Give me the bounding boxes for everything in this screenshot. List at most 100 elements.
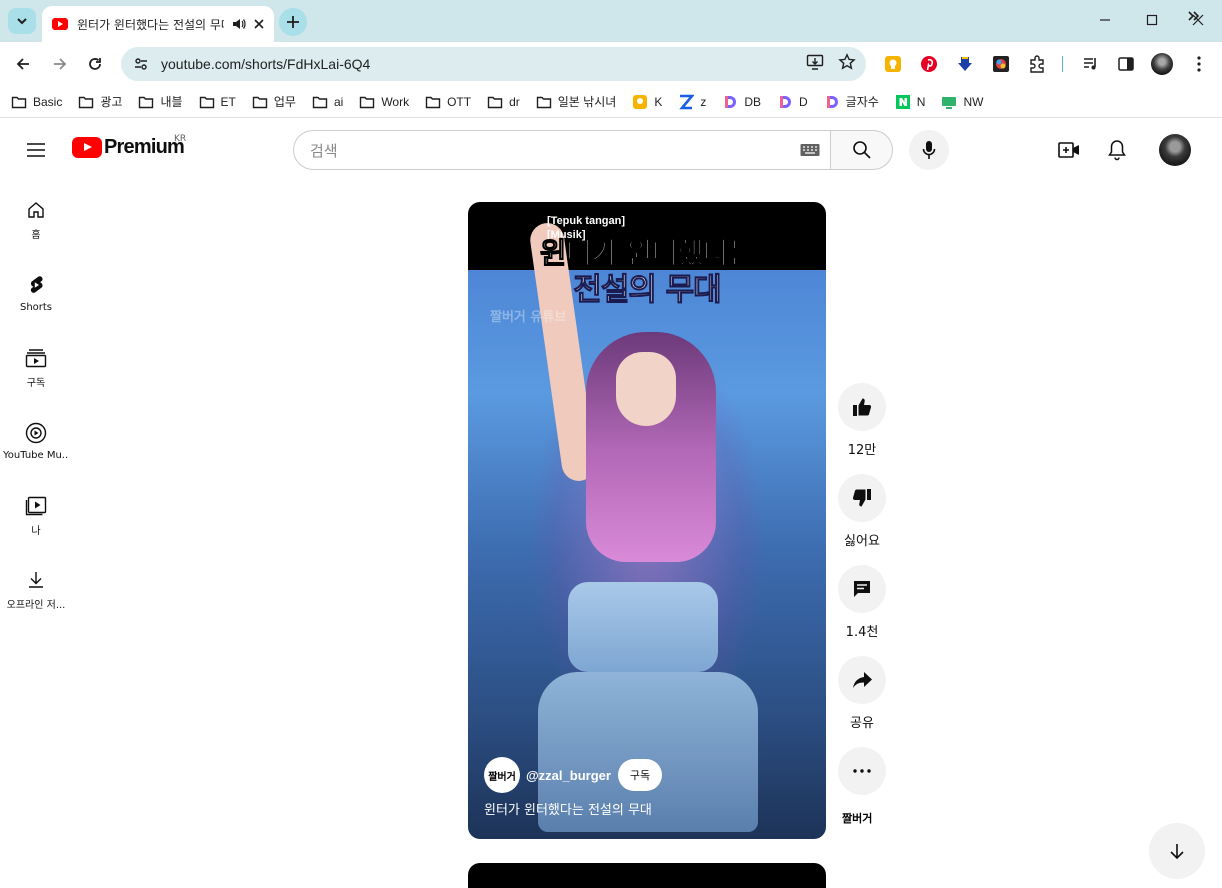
tab-search-button[interactable] — [8, 8, 36, 34]
channel-info: 짤버거 @zzal_burger 구독 — [484, 757, 663, 793]
bookmark-label: DB — [744, 94, 761, 109]
bookmark-label: 일본 낚시녀 — [557, 95, 617, 109]
profile-avatar[interactable] — [1151, 53, 1173, 75]
install-app-icon[interactable] — [806, 53, 824, 71]
bookmark-item[interactable]: OTT — [425, 95, 471, 109]
search-input[interactable]: 검색 — [293, 130, 830, 170]
bookmark-item[interactable]: 일본 낚시녀 — [536, 93, 617, 110]
guide-item-downloads[interactable]: 오프라인 저... — [0, 552, 72, 626]
bookmark-item[interactable]: 업무 — [252, 93, 296, 110]
audio-playing-icon[interactable] — [232, 17, 246, 31]
guide-item-subscriptions[interactable]: 구독 — [0, 330, 72, 404]
pinterest-extension-icon[interactable] — [918, 53, 940, 75]
folder-icon — [78, 95, 94, 109]
voice-search-button[interactable] — [909, 130, 949, 170]
comment-icon — [854, 581, 870, 597]
video-performer-face — [616, 352, 676, 426]
d-site-icon — [824, 94, 840, 110]
bookmark-label: 내블 — [160, 95, 183, 109]
you-icon — [25, 496, 47, 516]
bookmark-item[interactable]: 내블 — [138, 93, 183, 110]
comments-button[interactable] — [838, 565, 886, 613]
plus-icon — [287, 16, 299, 28]
sound-source-thumbnail[interactable]: 짤버거 — [842, 810, 872, 826]
keep-extension-icon[interactable] — [882, 53, 904, 75]
guide-item-you[interactable]: 나 — [0, 478, 72, 552]
bookmark-label: 업무 — [273, 95, 296, 109]
share-button[interactable] — [838, 656, 886, 704]
guide-label: 오프라인 저... — [6, 600, 66, 611]
comment-action: 1.4천 — [838, 565, 886, 640]
d-site-icon — [722, 94, 738, 110]
bookmark-item[interactable]: 광고 — [78, 93, 122, 110]
youtube-logo[interactable]: Premium KR — [72, 134, 186, 159]
chrome-menu-icon[interactable] — [1188, 53, 1210, 75]
like-action: 12만 — [838, 383, 886, 458]
dislike-button[interactable] — [838, 474, 886, 522]
search-icon — [852, 141, 871, 159]
guide-item-home[interactable]: 홈 — [0, 182, 72, 256]
address-bar[interactable]: youtube.com/shorts/FdHxLai-6Q4 — [121, 47, 866, 81]
tab-close-icon[interactable] — [254, 19, 264, 29]
next-short-preview[interactable] — [468, 863, 826, 888]
forward-button[interactable] — [46, 50, 74, 78]
keyboard-icon[interactable] — [800, 143, 820, 161]
thumbs-down-icon — [852, 489, 871, 507]
active-tab[interactable]: 윈터가 윈터했다는 전설의 무대 — [42, 6, 274, 42]
maximize-button[interactable] — [1129, 0, 1175, 40]
channel-avatar[interactable]: 짤버거 — [484, 757, 520, 793]
arrow-left-icon — [16, 58, 29, 70]
create-video-icon[interactable] — [1057, 138, 1081, 162]
bookmark-item[interactable]: ET — [199, 95, 236, 109]
back-button[interactable] — [9, 50, 37, 78]
bookmark-item[interactable]: N — [895, 94, 925, 110]
reload-button[interactable] — [81, 50, 109, 78]
search-button[interactable] — [830, 130, 893, 170]
side-panel-icon[interactable] — [1115, 53, 1137, 75]
folder-icon — [425, 95, 441, 109]
bookmark-label: D — [799, 94, 808, 109]
extensions-puzzle-icon[interactable] — [1026, 53, 1048, 75]
dislike-label: 싫어요 — [844, 534, 880, 549]
bookmark-item[interactable]: D — [777, 94, 808, 110]
bookmark-item[interactable]: NW — [941, 94, 983, 110]
download-extension-icon[interactable] — [954, 53, 976, 75]
bookmark-item[interactable]: Basic — [11, 95, 62, 109]
toolbar-divider — [1062, 56, 1063, 72]
bookmark-item[interactable]: z — [678, 94, 706, 110]
browser-tab-bar: 윈터가 윈터했다는 전설의 무대 — [0, 0, 1222, 42]
like-button[interactable] — [838, 383, 886, 431]
guide-item-youtube-music[interactable]: YouTube Mu... — [0, 404, 72, 478]
new-tab-button[interactable] — [279, 8, 307, 36]
folder-icon — [252, 95, 268, 109]
next-short-button[interactable] — [1149, 823, 1205, 879]
bookmark-item[interactable]: dr — [487, 95, 520, 109]
minimize-button[interactable] — [1082, 0, 1128, 40]
minimize-icon — [1100, 19, 1110, 21]
site-info-icon[interactable] — [133, 56, 149, 72]
menu-icon[interactable] — [24, 138, 48, 166]
bookmark-item[interactable]: 글자수 — [824, 93, 879, 110]
more-options-button[interactable] — [838, 747, 886, 795]
bookmark-item[interactable]: K — [632, 94, 662, 110]
more-bookmarks-icon[interactable] — [1186, 8, 1200, 27]
account-avatar[interactable] — [1159, 134, 1191, 166]
subscribe-button[interactable]: 구독 — [617, 759, 663, 791]
notifications-bell-icon[interactable] — [1105, 138, 1129, 162]
color-extension-icon[interactable] — [990, 53, 1012, 75]
media-controls-icon[interactable] — [1080, 53, 1102, 75]
microphone-icon — [922, 141, 936, 159]
browser-toolbar: youtube.com/shorts/FdHxLai-6Q4 — [0, 42, 1222, 86]
video-performer-outfit — [568, 582, 718, 672]
guide-label: 홈 — [31, 230, 41, 241]
bookmark-item[interactable]: ai — [312, 95, 343, 109]
guide-label: Shorts — [19, 302, 53, 313]
shorts-video-player[interactable]: [Tepuk tangan] [Musik] 윈터가 윈터했다는 전설의 무대 … — [468, 202, 826, 839]
guide-item-shorts[interactable]: Shorts — [0, 256, 72, 330]
nw-site-icon — [941, 94, 957, 110]
bookmark-star-icon[interactable] — [838, 53, 856, 71]
bookmark-item[interactable]: Work — [359, 95, 409, 109]
video-title[interactable]: 윈터가 윈터했다는 전설의 무대 — [484, 799, 652, 818]
bookmark-item[interactable]: DB — [722, 94, 761, 110]
channel-handle[interactable]: @zzal_burger — [526, 768, 611, 783]
